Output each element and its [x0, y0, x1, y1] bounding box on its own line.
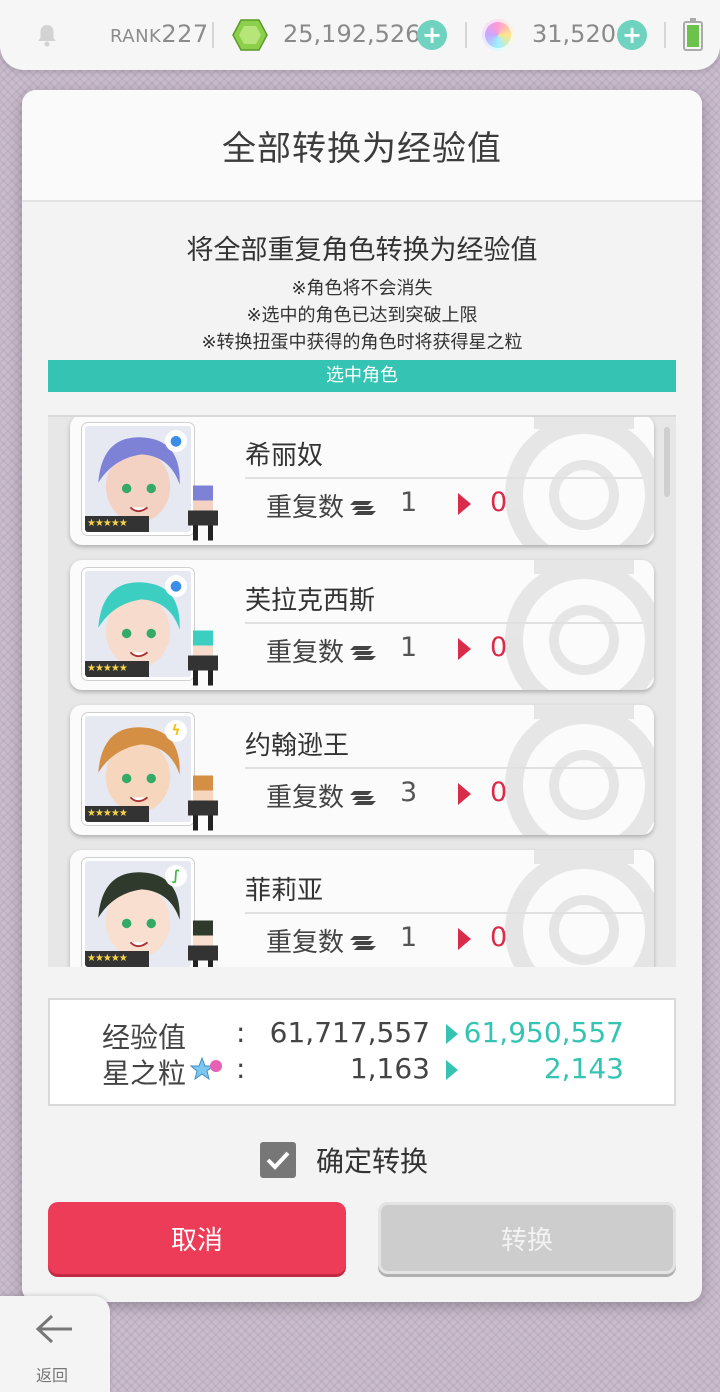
- divider: [212, 22, 214, 48]
- rank-prefix: RANK: [110, 26, 162, 47]
- exp-to: 61,950,557: [463, 1016, 624, 1049]
- rarity-stars: ★★★★★: [85, 661, 149, 677]
- duplicate-count-after: 0: [490, 922, 508, 953]
- back-arrow-icon: [35, 1314, 72, 1344]
- divider: [465, 22, 467, 48]
- rank-display: RANK227: [110, 20, 209, 48]
- duplicate-count-after: 0: [490, 487, 508, 518]
- dialog-header: 全部转换为经验值: [22, 90, 702, 202]
- duplicate-label: 重复数: [266, 928, 345, 958]
- stack-icon: [350, 791, 376, 805]
- rarity-stars: ★★★★★: [85, 516, 149, 532]
- attribute-icon: ϟ: [165, 720, 187, 742]
- exp-label: 经验值: [102, 1021, 187, 1054]
- character-name: 菲莉亚: [245, 876, 324, 906]
- emblem-watermark-icon: [505, 705, 654, 835]
- note-line: ※角色将不会消失: [291, 278, 433, 299]
- check-icon: [266, 1151, 290, 1170]
- add-gems-button[interactable]: +: [417, 20, 447, 50]
- arrow-icon: [458, 928, 471, 950]
- emblem-watermark-icon: [505, 417, 654, 545]
- scrollbar[interactable]: [664, 427, 670, 497]
- note-line: ※选中的角色已达到突破上限: [246, 305, 478, 326]
- back-button[interactable]: 返回: [0, 1296, 110, 1392]
- colon: :: [236, 1052, 246, 1085]
- dialog-subtitle: 将全部重复角色转换为经验值: [186, 235, 538, 266]
- stardust-label: 星之粒: [102, 1057, 187, 1090]
- arrow-icon: [458, 638, 471, 660]
- attribute-icon: ●: [165, 575, 187, 597]
- duplicate-count-before: 3: [400, 777, 418, 808]
- colon: :: [236, 1016, 246, 1049]
- attribute-icon: ●: [165, 430, 187, 452]
- duplicate-count-before: 1: [400, 487, 418, 518]
- stardust-to: 2,143: [543, 1052, 624, 1085]
- rarity-stars: ★★★★★: [85, 951, 149, 967]
- arrow-icon: [446, 1060, 458, 1080]
- stack-icon: [350, 646, 376, 660]
- divider: [245, 912, 643, 914]
- convert-dialog: 全部转换为经验值 将全部重复角色转换为经验值 ※角色将不会消失 ※选中的角色已达…: [22, 90, 702, 1302]
- character-card[interactable]: ● ★★★★★ 芙拉克西斯 重复数 1 0: [70, 560, 654, 690]
- rank-value: 227: [161, 20, 209, 48]
- note-line: ※转换扭蛋中获得的角色时将获得星之粒: [201, 332, 523, 353]
- stardust-from: 1,163: [349, 1052, 430, 1085]
- pixel-sprite-icon: [188, 920, 218, 967]
- attribute-icon: ∫: [165, 865, 187, 887]
- divider: [245, 767, 643, 769]
- cancel-button[interactable]: 取消: [48, 1202, 346, 1274]
- arrow-icon: [458, 493, 471, 515]
- duplicate-count-after: 0: [490, 777, 508, 808]
- duplicate-label: 重复数: [266, 638, 345, 668]
- exp-from: 61,717,557: [269, 1016, 430, 1049]
- rarity-stars: ★★★★★: [85, 806, 149, 822]
- orb-count: 31,520: [532, 20, 616, 48]
- status-bar: RANK227 25,192,526 + 31,520 +: [0, 0, 720, 70]
- duplicate-count-before: 1: [400, 922, 418, 953]
- gem-count: 25,192,526: [283, 20, 421, 48]
- back-label: 返回: [36, 1366, 69, 1385]
- gem-icon: [232, 19, 268, 51]
- duplicate-label: 重复数: [266, 783, 345, 813]
- dialog-title: 全部转换为经验值: [222, 128, 502, 169]
- character-name: 芙拉克西斯: [245, 586, 376, 616]
- character-name: 约翰逊王: [245, 731, 350, 761]
- battery-icon: [683, 18, 703, 51]
- convert-button[interactable]: 转换: [378, 1202, 676, 1274]
- arrow-icon: [446, 1024, 458, 1044]
- stack-icon: [350, 936, 376, 950]
- confirm-label: 确定转换: [316, 1145, 429, 1178]
- pixel-sprite-icon: [188, 630, 218, 686]
- dialog-notes: ※角色将不会消失 ※选中的角色已达到突破上限 ※转换扭蛋中获得的角色时将获得星之…: [22, 275, 702, 356]
- stack-icon: [350, 501, 376, 515]
- confirm-conversion-toggle[interactable]: 确定转换: [260, 1140, 428, 1180]
- pixel-sprite-icon: [188, 775, 218, 831]
- character-card[interactable]: ϟ ★★★★★ 约翰逊王 重复数 3 0: [70, 705, 654, 835]
- character-list[interactable]: ● ★★★★★ 希丽奴 重复数 1 0 ● ★★★★★ 芙拉克西斯 重复数 1 …: [48, 415, 676, 967]
- duplicate-label: 重复数: [266, 493, 345, 523]
- character-card[interactable]: ● ★★★★★ 希丽奴 重复数 1 0: [70, 417, 654, 545]
- pixel-sprite-icon: [188, 485, 218, 541]
- duplicate-count-after: 0: [490, 632, 508, 663]
- bell-icon[interactable]: [34, 22, 60, 48]
- stardust-row: 星之粒 : 1,163 2,143: [50, 1052, 674, 1090]
- divider: [664, 22, 666, 48]
- divider: [245, 622, 643, 624]
- add-orbs-button[interactable]: +: [617, 20, 647, 50]
- arrow-icon: [458, 783, 471, 805]
- conversion-summary: 经验值 : 61,717,557 61,950,557 星之粒 : 1,163 …: [48, 998, 676, 1106]
- exp-row: 经验值 : 61,717,557 61,950,557: [50, 1016, 674, 1054]
- selected-characters-header: 选中角色: [48, 360, 676, 392]
- divider: [245, 477, 643, 479]
- character-card[interactable]: ∫ ★★★★★ 菲莉亚 重复数 1 0: [70, 850, 654, 967]
- stardust-icon: [190, 1056, 222, 1081]
- character-name: 希丽奴: [245, 441, 324, 471]
- emblem-watermark-icon: [505, 560, 654, 690]
- checkbox[interactable]: [260, 1142, 296, 1178]
- duplicate-count-before: 1: [400, 632, 418, 663]
- orb-icon: [482, 19, 514, 51]
